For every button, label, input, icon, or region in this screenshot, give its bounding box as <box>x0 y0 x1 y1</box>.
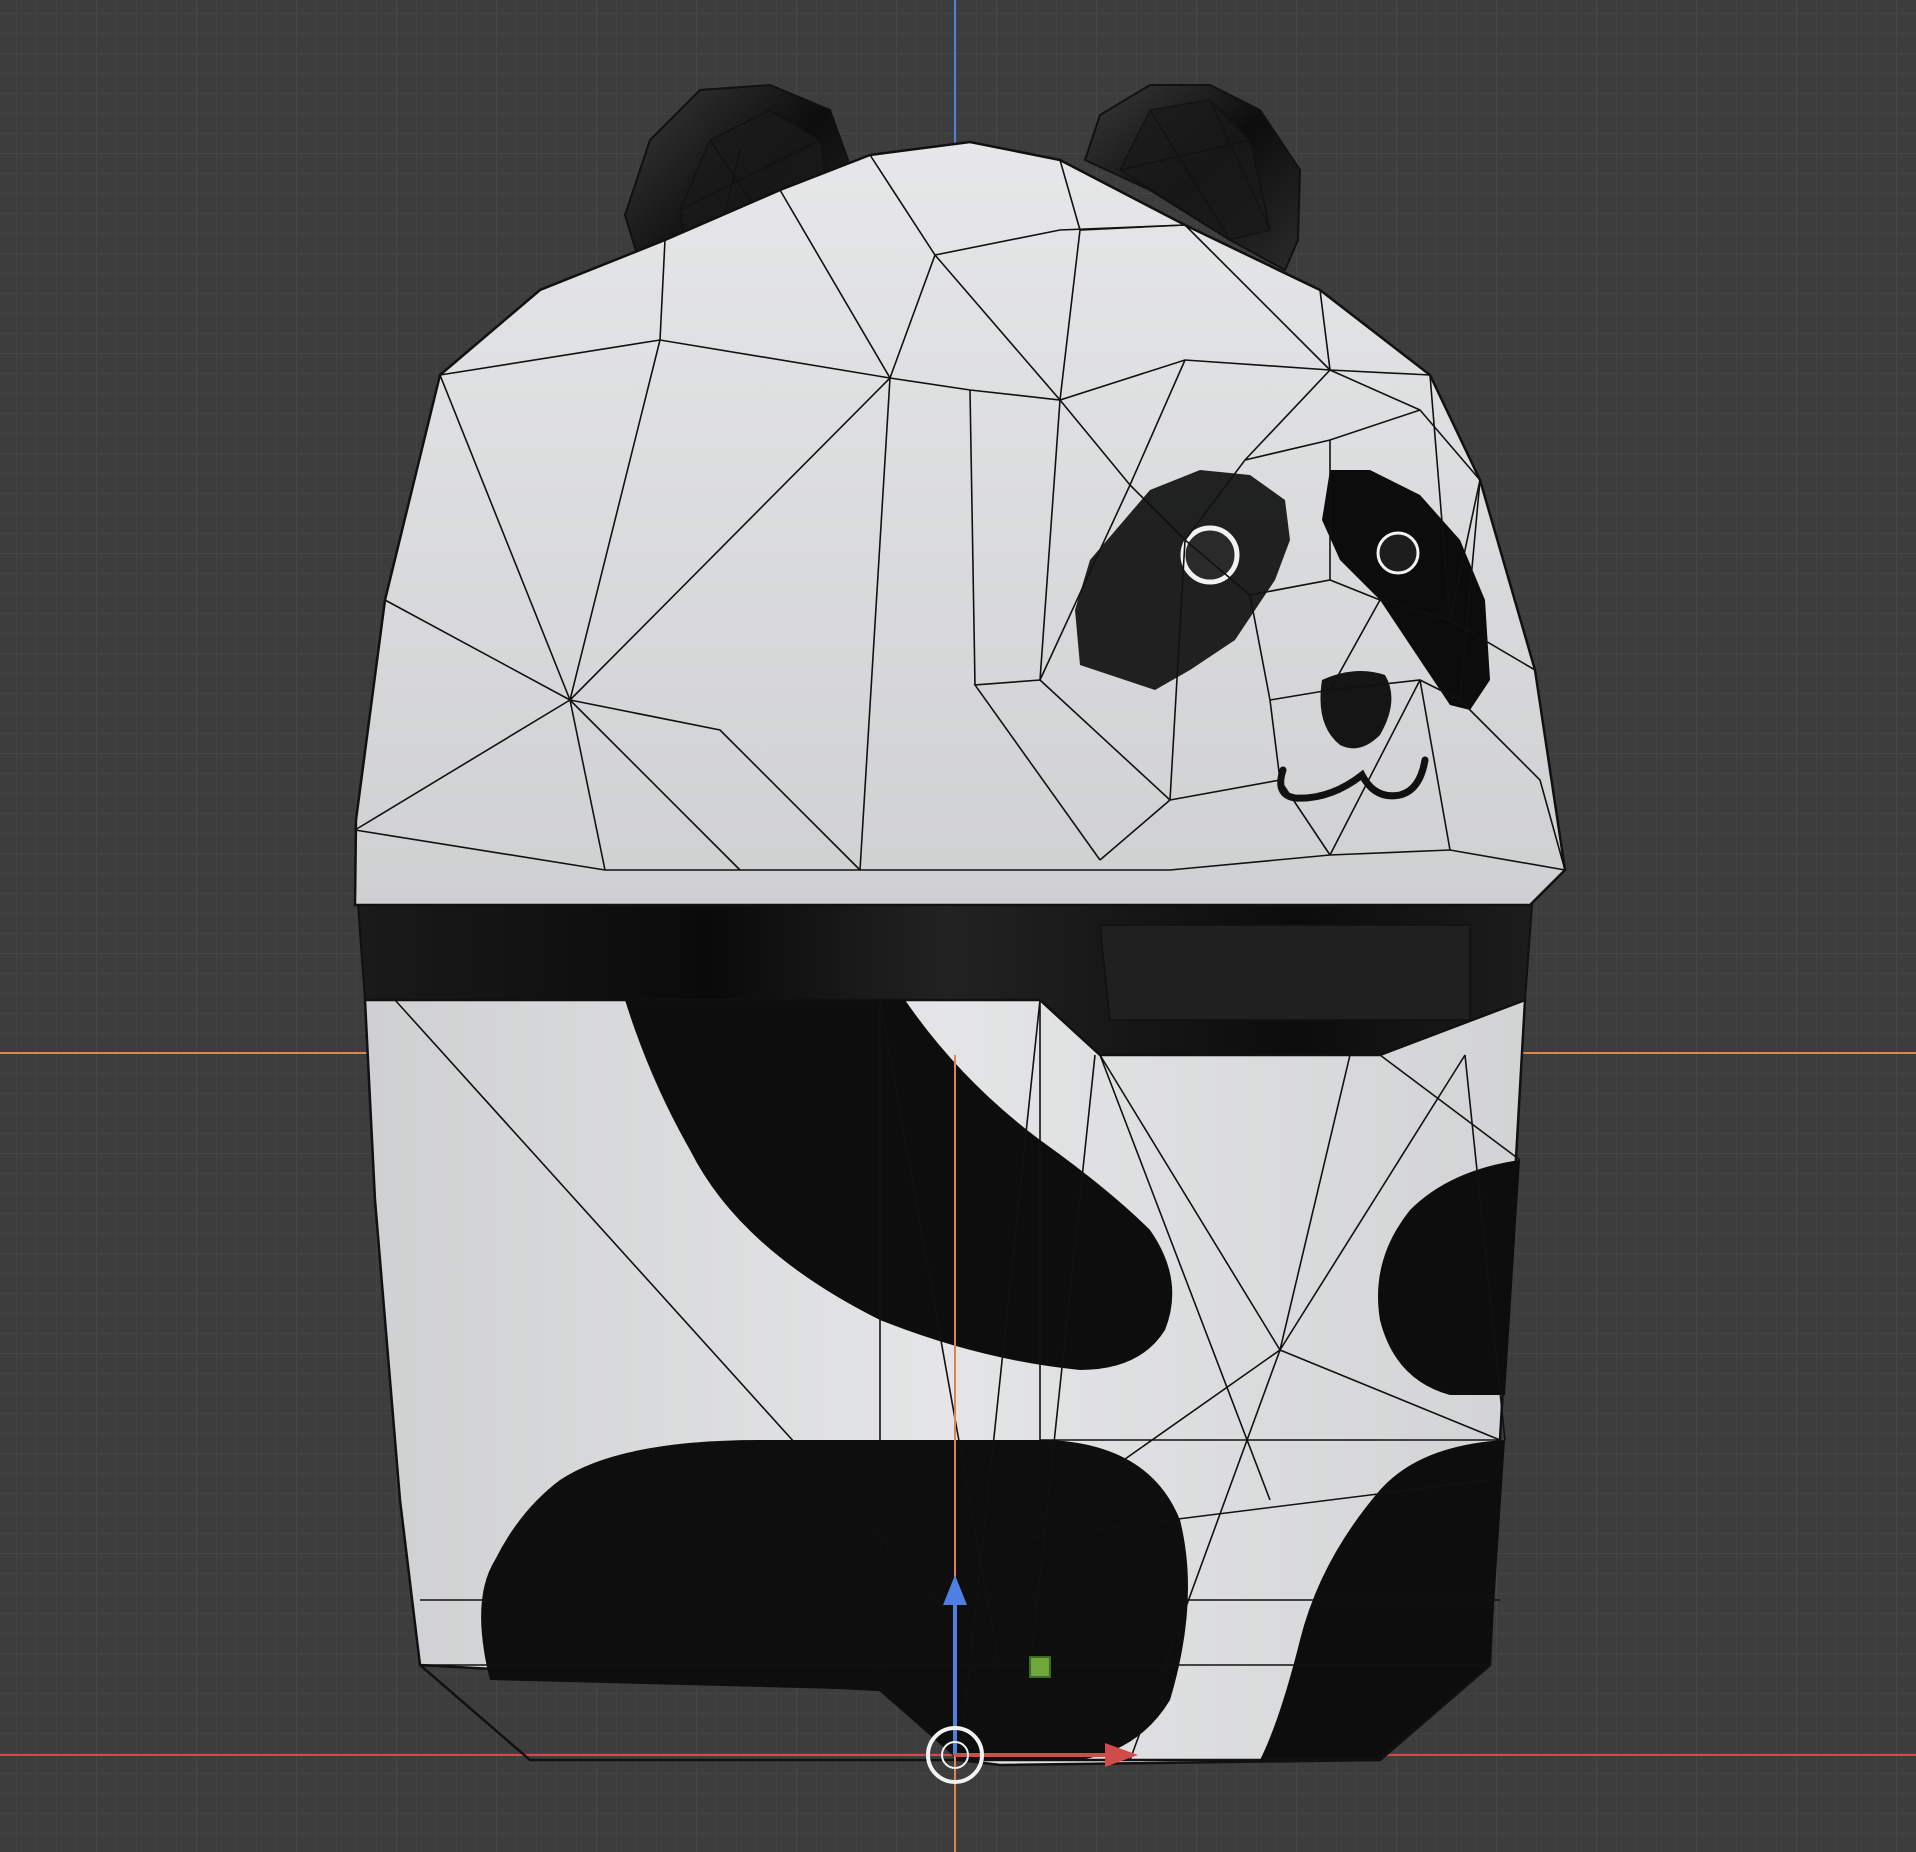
panda-model[interactable] <box>353 83 1567 1767</box>
viewport-canvas[interactable] <box>0 0 1916 1852</box>
plane-handle-icon[interactable] <box>1029 1656 1051 1678</box>
right-eye <box>1376 531 1420 575</box>
collar-inset <box>1099 924 1471 1021</box>
3d-viewport[interactable] <box>0 0 1916 1852</box>
left-eye <box>1180 525 1240 585</box>
